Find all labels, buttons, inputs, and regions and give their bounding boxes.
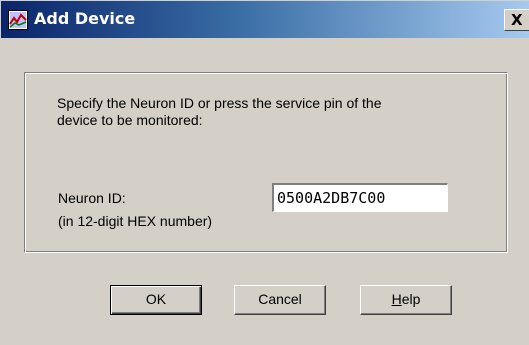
neuron-id-format-hint: (in 12-digit HEX number)	[58, 213, 213, 229]
title-bar[interactable]: Add Device X	[1, 1, 529, 38]
device-monitor-icon	[8, 10, 28, 30]
help-button[interactable]: Help	[360, 285, 452, 315]
help-label-rest: elp	[401, 291, 421, 307]
help-mnemonic: H	[391, 291, 402, 307]
add-device-dialog: Add Device X Specify the Neuron ID or pr…	[0, 0, 529, 345]
instruction-text-line1: Specify the Neuron ID or press the servi…	[57, 95, 382, 111]
cancel-button[interactable]: Cancel	[234, 285, 326, 315]
ok-button[interactable]: OK	[110, 285, 202, 315]
close-button[interactable]: X	[504, 9, 529, 31]
neuron-id-label: Neuron ID:	[58, 190, 126, 206]
neuron-id-input[interactable]	[272, 183, 448, 212]
close-icon: X	[511, 11, 523, 29]
instruction-text-line2: device to be monitored:	[57, 112, 203, 128]
window-title: Add Device	[34, 9, 136, 28]
